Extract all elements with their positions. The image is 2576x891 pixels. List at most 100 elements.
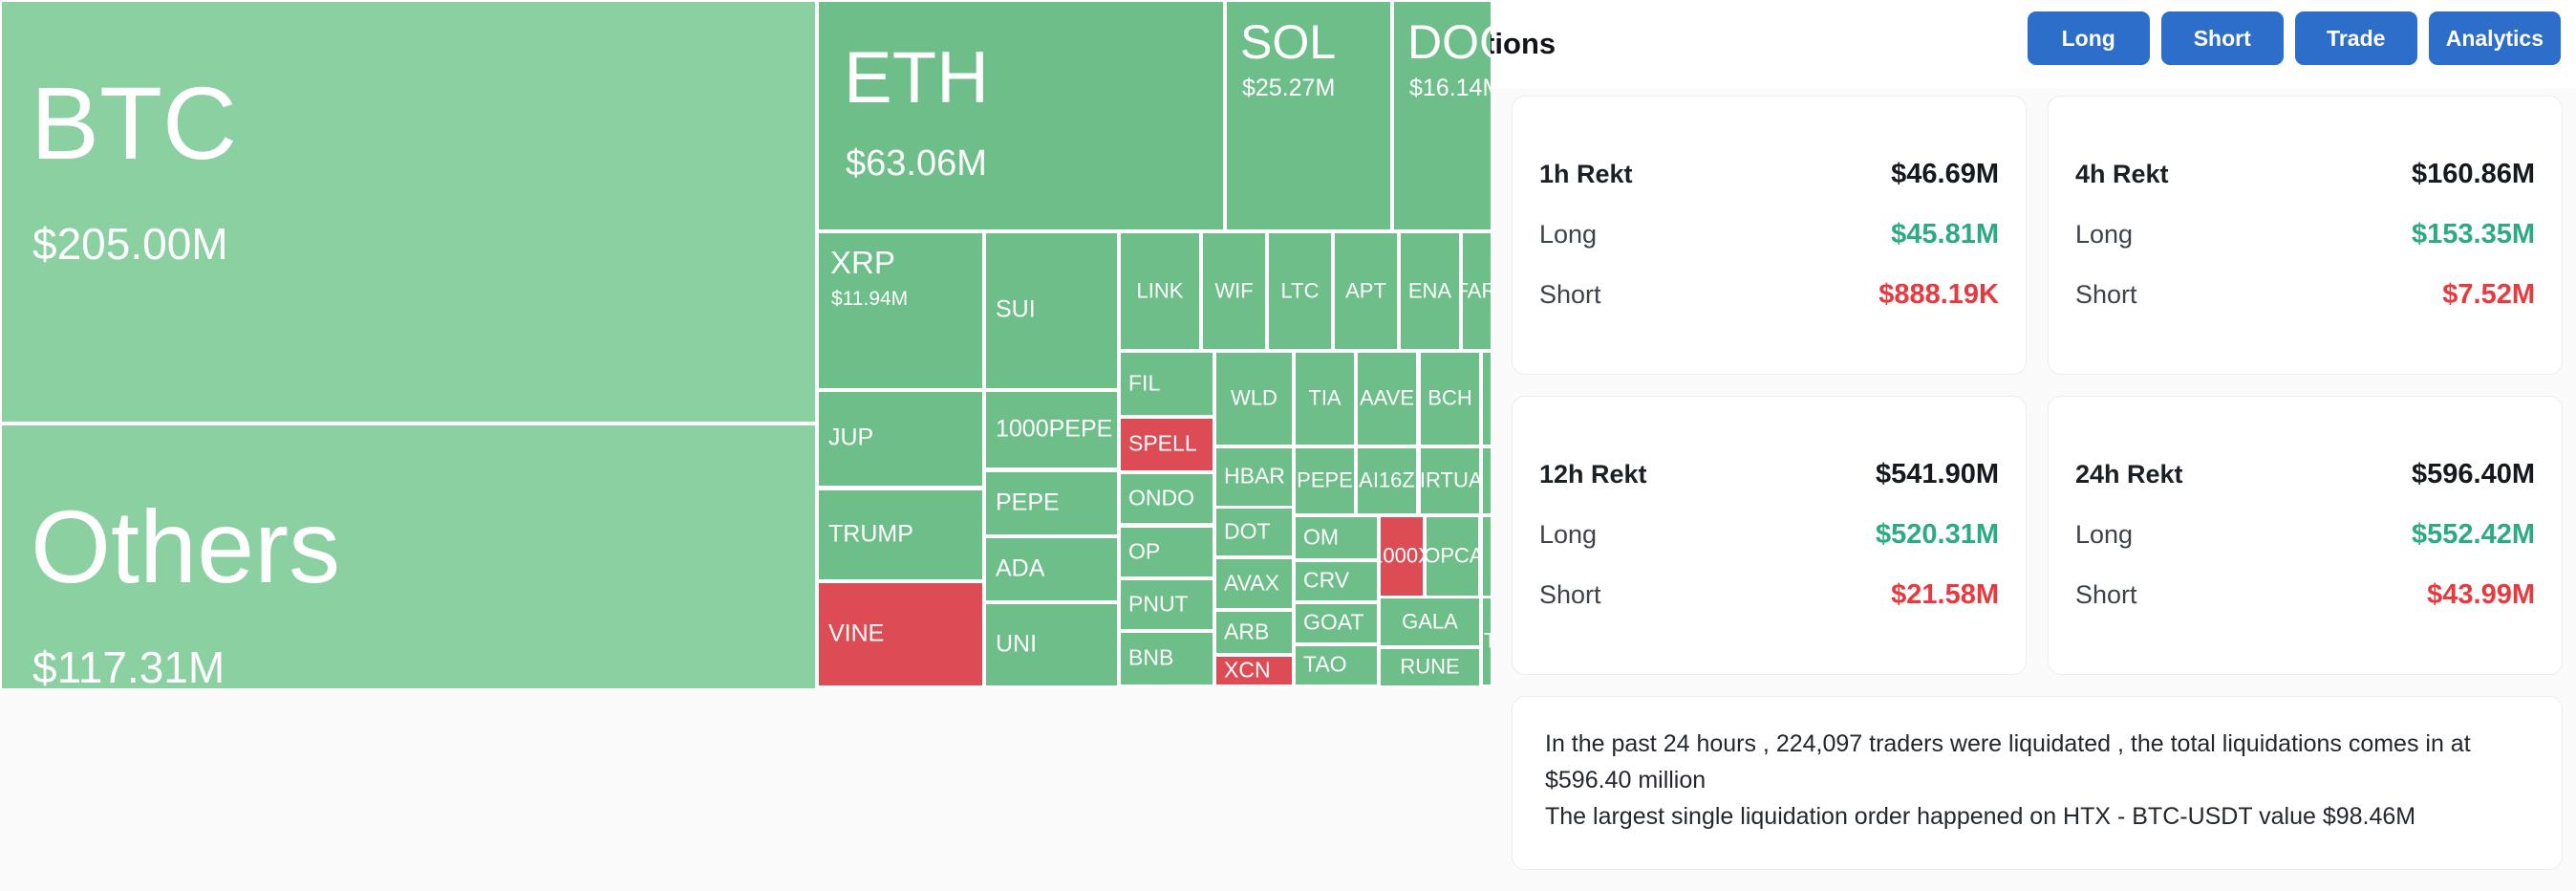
treemap-tile-uni[interactable]: UNI bbox=[984, 602, 1119, 687]
stat-row: Long $552.42M bbox=[2075, 519, 2535, 551]
stat-title: 4h Rekt bbox=[2075, 159, 2169, 188]
stat-short-label: Short bbox=[1539, 279, 1601, 309]
treemap-tile-apt[interactable]: APT bbox=[1333, 231, 1399, 351]
treemap-tile-link[interactable]: LINK bbox=[1119, 231, 1201, 351]
stat-row: Short $7.52M bbox=[2075, 279, 2535, 311]
stat-row: Long $520.31M bbox=[1539, 519, 1999, 551]
treemap-tile-gala[interactable]: GALA bbox=[1379, 597, 1481, 647]
treemap-tile-pepe[interactable]: PEPE bbox=[1294, 446, 1356, 515]
treemap-tile-symbol: VINE bbox=[828, 619, 885, 647]
stats-panel: 1h Rekt $46.69M Long $45.81M Short $888.19K 4h… bbox=[1512, 96, 2563, 880]
stat-long-value: $153.35M bbox=[2412, 218, 2535, 250]
treemap-tile-symbol: ONDO bbox=[1128, 485, 1194, 511]
treemap-tile-symbol: DOGE bbox=[1407, 15, 1491, 69]
treemap-tile-xlm[interactable]: XLM bbox=[1481, 446, 1491, 515]
treemap-tile-doge[interactable]: DOGE $16.14M bbox=[1392, 0, 1491, 231]
treemap-tile-spell[interactable]: SPELL bbox=[1119, 417, 1214, 472]
treemap-tile-ton[interactable]: TON bbox=[1481, 597, 1491, 686]
treemap-tile-sol[interactable]: SOL $25.27M bbox=[1225, 0, 1392, 231]
treemap-tile-ada[interactable]: ADA bbox=[984, 536, 1119, 602]
treemap-tile-ltc[interactable]: LTC bbox=[1267, 231, 1333, 351]
treemap-tile-wif[interactable]: WIF bbox=[1201, 231, 1267, 351]
treemap-tile-ondo[interactable]: ONDO bbox=[1119, 472, 1214, 525]
treemap-tile-btc[interactable]: BTC $205.00M bbox=[0, 0, 817, 424]
treemap-tile-1000x[interactable]: 1000X bbox=[1379, 515, 1425, 598]
treemap-tile-symbol: APT bbox=[1345, 277, 1386, 302]
treemap-tile-xcn[interactable]: XCN bbox=[1214, 655, 1294, 686]
summary-line-1: In the past 24 hours , 224,097 traders w… bbox=[1545, 730, 2471, 793]
treemap-tile-bch[interactable]: BCH bbox=[1419, 351, 1481, 446]
treemap-tile-vine[interactable]: VINE bbox=[817, 581, 984, 687]
treemap-tile-dot[interactable]: DOT bbox=[1214, 507, 1294, 557]
treemap-tile-virtual[interactable]: VIRTUAL bbox=[1419, 446, 1481, 515]
treemap-tile-symbol: OP bbox=[1128, 538, 1161, 564]
treemap-tile-symbol: XRP bbox=[830, 245, 895, 280]
treemap-tile-symbol: SPELL bbox=[1128, 430, 1197, 456]
treemap-tile-symbol: ARB bbox=[1224, 619, 1270, 644]
treemap-tile-symbol: BTC bbox=[31, 65, 237, 181]
treemap-tile-jup[interactable]: JUP bbox=[817, 390, 984, 488]
treemap-tile-tao[interactable]: TAO bbox=[1294, 644, 1379, 686]
treemap-tile-symbol: Others bbox=[31, 489, 341, 604]
treemap-tile-value: $205.00M bbox=[32, 219, 228, 269]
stat-total-value: $46.69M bbox=[1891, 158, 1999, 189]
trade-button[interactable]: Trade bbox=[2294, 11, 2417, 65]
treemap-tile-fil[interactable]: FIL bbox=[1119, 351, 1214, 417]
treemap-tile-avax[interactable]: AVAX bbox=[1214, 557, 1294, 610]
treemap-tile-symbol: TIA bbox=[1308, 385, 1342, 410]
treemap-tile-crv[interactable]: CRV bbox=[1294, 560, 1379, 602]
treemap-tile-rune[interactable]: RUNE bbox=[1379, 647, 1481, 687]
stat-total-value: $596.40M bbox=[2412, 458, 2535, 489]
treemap-tile-others[interactable]: Others $117.31M bbox=[0, 424, 817, 688]
stat-row: 24h Rekt $596.40M bbox=[2075, 459, 2535, 490]
treemap-tile-value: $11.94M bbox=[831, 288, 909, 310]
treemap-tile-eth[interactable]: ETH $63.06M bbox=[817, 0, 1225, 231]
treemap-tile-symbol: PEPE bbox=[1297, 467, 1353, 492]
stat-title: 12h Rekt bbox=[1539, 459, 1647, 489]
long-button[interactable]: Long bbox=[2027, 11, 2150, 65]
treemap-tile-sui[interactable]: SUI bbox=[984, 231, 1119, 390]
treemap-tile-ai16z[interactable]: AI16Z bbox=[1356, 446, 1418, 515]
treemap-tile-symbol: 1000X bbox=[1381, 543, 1423, 568]
treemap-tile-hbar[interactable]: HBAR bbox=[1214, 446, 1294, 508]
treemap-tile-pepe[interactable]: PEPE bbox=[984, 470, 1119, 536]
treemap-tile-symbol: GOAT bbox=[1303, 609, 1364, 635]
treemap-tile-goat[interactable]: GOAT bbox=[1294, 602, 1379, 644]
stat-short-value: $7.52M bbox=[2442, 278, 2535, 310]
treemap-tile-symbol: TON bbox=[1484, 629, 1491, 651]
treemap-tile-popcat[interactable]: POPCAT bbox=[1425, 515, 1480, 598]
treemap-tile-symbol: JUP bbox=[828, 424, 874, 451]
treemap-tile-symbol: BNB bbox=[1128, 644, 1174, 670]
treemap-tile-etc[interactable]: ETC bbox=[1481, 351, 1491, 446]
treemap-tile-1000pepe[interactable]: 1000PEPE bbox=[984, 390, 1119, 469]
treemap-tile-arb[interactable]: ARB bbox=[1214, 610, 1294, 655]
treemap-tile-op[interactable]: OP bbox=[1119, 526, 1214, 578]
stat-short-value: $888.19K bbox=[1878, 278, 1999, 310]
treemap-tile-symbol: PNUT bbox=[1128, 591, 1189, 617]
action-button-label: Short bbox=[2193, 25, 2251, 51]
treemap-tile-aave[interactable]: AAVE bbox=[1356, 351, 1418, 446]
treemap-tile-symbol: DOT bbox=[1224, 518, 1271, 544]
treemap-tile-xrp[interactable]: XRP $11.94M bbox=[817, 231, 984, 390]
stat-short-label: Short bbox=[2075, 579, 2137, 609]
short-button[interactable]: Short bbox=[2160, 11, 2284, 65]
treemap-tile-symbol: BCH bbox=[1428, 385, 1472, 410]
treemap-tile-tia[interactable]: TIA bbox=[1294, 351, 1356, 446]
treemap-tile-symbol: LTC bbox=[1280, 277, 1320, 302]
treemap-tile-symbol: WLD bbox=[1231, 385, 1277, 410]
stat-long-label: Long bbox=[1539, 519, 1598, 549]
treemap-tile-ena[interactable]: ENA bbox=[1399, 231, 1461, 351]
treemap-tile-pnut[interactable]: PNUT bbox=[1119, 578, 1214, 631]
treemap-tile-ordi[interactable]: ORDI bbox=[1481, 515, 1491, 598]
action-button-label: Analytics bbox=[2445, 25, 2544, 51]
treemap-tile-symbol: LINK bbox=[1136, 277, 1184, 302]
treemap-tile-wld[interactable]: WLD bbox=[1214, 351, 1294, 446]
analytics-button[interactable]: Analytics bbox=[2428, 11, 2561, 65]
treemap-tile-om[interactable]: OM bbox=[1294, 515, 1379, 560]
treemap-tile-trump[interactable]: TRUMP bbox=[817, 489, 984, 581]
treemap-tile-fartcoin[interactable]: FARTCOIN bbox=[1461, 231, 1491, 351]
stat-long-value: $552.42M bbox=[2412, 518, 2535, 550]
treemap-tile-symbol: OM bbox=[1303, 524, 1340, 550]
stat-row: Short $43.99M bbox=[2075, 579, 2535, 611]
treemap-tile-bnb[interactable]: BNB bbox=[1119, 631, 1214, 686]
